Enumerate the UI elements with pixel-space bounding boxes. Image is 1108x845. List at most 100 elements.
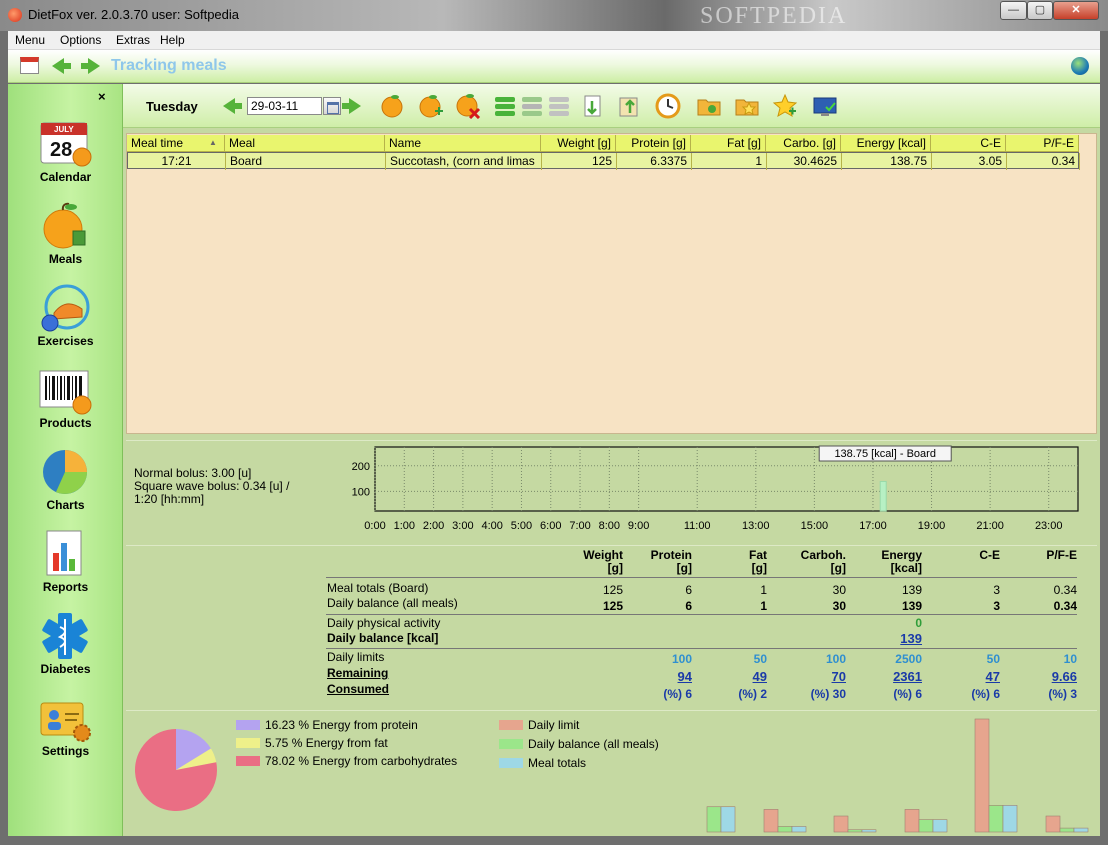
x-tick-label: 11:00 xyxy=(684,520,711,532)
watermark: SOFTPEDIA xyxy=(700,3,848,29)
sidebar-item-products[interactable]: Products xyxy=(8,365,123,437)
sidebar-item-diabetes[interactable]: Diabetes xyxy=(8,611,123,683)
date-picker-icon[interactable] xyxy=(323,97,341,115)
x-tick-label: 0:00 xyxy=(364,520,385,532)
legend-swatch xyxy=(499,739,523,749)
x-tick-label: 13:00 xyxy=(742,520,770,532)
settings-icon xyxy=(40,702,91,742)
x-tick-label: 19:00 xyxy=(918,520,946,532)
import-icon[interactable] xyxy=(580,93,606,119)
x-tick-label: 1:00 xyxy=(394,520,415,532)
list-icon[interactable] xyxy=(546,93,572,119)
column-header-protein[interactable]: Protein [g] xyxy=(616,135,691,152)
daily-balance-label: Daily balance (all meals) xyxy=(327,596,458,610)
column-header-weight[interactable]: Weight [g] xyxy=(541,135,616,152)
consumed-label[interactable]: Consumed xyxy=(327,682,389,696)
summary-column-header: P/F-E xyxy=(1046,548,1077,562)
daily-limit-value: 100 xyxy=(671,652,692,666)
globe-icon[interactable] xyxy=(1071,57,1089,75)
legend-label: 5.75 % Energy from fat xyxy=(265,736,388,750)
x-tick-label: 8:00 xyxy=(599,520,620,532)
nutrient-bar xyxy=(706,806,722,833)
column-header-c-e[interactable]: C-E xyxy=(931,135,1006,152)
separator-line xyxy=(326,577,1077,578)
energy-bar[interactable] xyxy=(879,480,887,512)
clock-icon[interactable] xyxy=(655,93,681,119)
delete-meal-icon[interactable] xyxy=(455,93,481,119)
cell-meal-time: 17:21 xyxy=(128,153,226,170)
list-expand-icon[interactable] xyxy=(492,93,518,119)
list-collapse-icon[interactable] xyxy=(519,93,545,119)
forward-arrow-icon[interactable] xyxy=(81,58,100,74)
meal-totals-label: Meal totals (Board) xyxy=(327,581,429,595)
title-bar: DietFox ver. 2.0.3.70 user: Softpedia SO… xyxy=(0,0,1108,31)
folder-star-icon[interactable] xyxy=(734,93,760,119)
legend-label: 16.23 % Energy from protein xyxy=(265,718,418,732)
consumed-percent: (%) 6 xyxy=(893,687,922,701)
menu-item-extras[interactable]: Extras xyxy=(116,33,150,47)
remaining-value[interactable]: 47 xyxy=(920,669,1000,684)
x-tick-label: 23:00 xyxy=(1035,520,1063,532)
column-header-energy[interactable]: Energy [kcal] xyxy=(841,135,931,152)
remaining-value[interactable]: 49 xyxy=(687,669,767,684)
close-sidebar-icon[interactable]: × xyxy=(98,89,106,104)
sidebar-item-reports[interactable]: Reports xyxy=(8,529,123,601)
close-button[interactable]: ✕ xyxy=(1053,1,1099,20)
table-row[interactable]: 17:21 Board Succotash, (corn and limas 1… xyxy=(127,152,1080,170)
exercise-icon xyxy=(41,284,90,332)
column-header-meal-time[interactable]: Meal time ▲ xyxy=(127,135,225,152)
remaining-value[interactable]: 94 xyxy=(612,669,692,684)
sidebar-item-label: Meals xyxy=(48,252,83,266)
minimize-button[interactable]: — xyxy=(1000,1,1027,20)
back-arrow-icon[interactable] xyxy=(52,58,71,74)
previous-day-arrow-icon[interactable] xyxy=(223,98,242,114)
remaining-value[interactable]: 9.66 xyxy=(997,669,1077,684)
column-header-p-f-e[interactable]: P/F-E xyxy=(1006,135,1079,152)
legend-swatch xyxy=(499,720,523,730)
sidebar-item-charts[interactable]: Charts xyxy=(8,447,123,519)
menu-item-options[interactable]: Options xyxy=(60,33,101,47)
monitor-icon[interactable] xyxy=(812,93,838,119)
remaining-value[interactable]: 2361 xyxy=(842,669,922,684)
date-field[interactable] xyxy=(247,97,322,115)
column-header-fat[interactable]: Fat [g] xyxy=(691,135,766,152)
energy-breakdown-charts: 16.23 % Energy from protein 5.75 % Energy… xyxy=(126,710,1097,835)
next-day-arrow-icon[interactable] xyxy=(342,98,361,114)
square-wave-duration: 1:20 [hh:mm] xyxy=(134,492,205,506)
remaining-label[interactable]: Remaining xyxy=(327,666,388,680)
column-header-meal[interactable]: Meal xyxy=(225,135,385,152)
remaining-value[interactable]: 70 xyxy=(766,669,846,684)
nutrient-bar xyxy=(974,718,990,833)
sidebar-item-exercises[interactable]: Exercises xyxy=(8,283,123,355)
folder-icon[interactable] xyxy=(696,93,722,119)
nutrient-bar xyxy=(918,819,934,833)
sidebar-item-label: Charts xyxy=(46,498,85,512)
day-label: Tuesday xyxy=(146,99,198,114)
daily-balance-value: 1 xyxy=(760,599,767,613)
daily-balance-kcal-value[interactable]: 139 xyxy=(842,631,922,646)
menu-item-help[interactable]: Help xyxy=(160,33,185,47)
consumed-percent: (%) 6 xyxy=(971,687,1000,701)
column-header-name[interactable]: Name xyxy=(385,135,541,152)
menu-bar: Menu Options Extras Help xyxy=(8,31,1100,50)
export-icon[interactable] xyxy=(617,93,643,119)
sidebar-item-settings[interactable]: Settings xyxy=(8,693,123,765)
maximize-button[interactable]: ▢ xyxy=(1027,1,1053,20)
add-meal-icon[interactable] xyxy=(380,93,406,119)
cell-c-e: 3.05 xyxy=(932,153,1007,170)
sidebar-item-calendar[interactable]: JULY 28 Calendar xyxy=(8,119,123,191)
column-header-carbo[interactable]: Carbo. [g] xyxy=(766,135,841,152)
nutrient-bar xyxy=(1059,827,1075,833)
x-tick-label: 6:00 xyxy=(540,520,561,532)
cell-name: Succotash, (corn and limas xyxy=(386,153,542,170)
favorite-star-icon[interactable] xyxy=(772,93,798,119)
sidebar-item-meals[interactable]: Meals xyxy=(8,201,123,273)
legend-swatch xyxy=(236,720,260,730)
sidebar: × JULY 28 Calendar Meals Exercises Produ… xyxy=(8,84,123,836)
y-tick-label: 200 xyxy=(352,461,370,473)
calendar-icon[interactable] xyxy=(20,57,39,74)
menu-item-menu[interactable]: Menu xyxy=(15,33,45,47)
add-product-icon[interactable] xyxy=(418,93,444,119)
energy-pie-chart xyxy=(135,729,217,811)
calendar-day: 28 xyxy=(50,139,72,161)
